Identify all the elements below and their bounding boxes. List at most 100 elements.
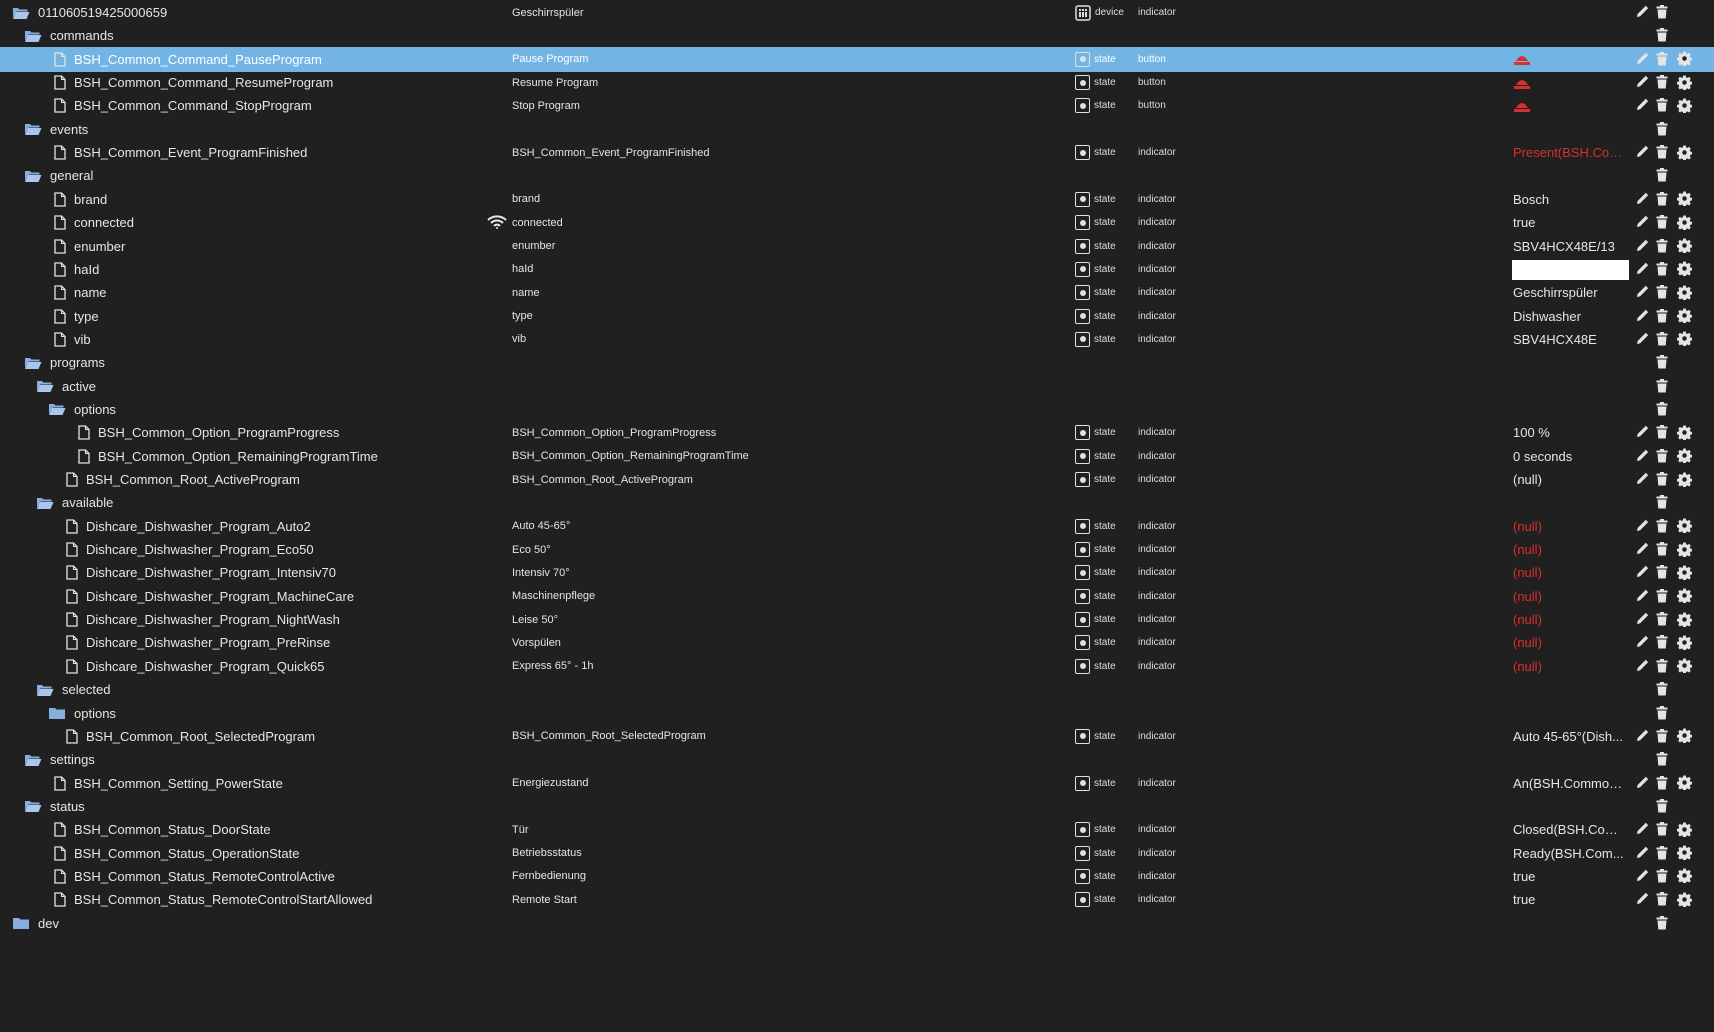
gear-icon[interactable] [1676,261,1692,277]
gear-icon[interactable] [1676,424,1692,440]
folder-row[interactable]: active [0,374,1714,399]
gear-icon[interactable] [1676,471,1692,487]
trash-icon[interactable] [1654,448,1670,464]
state-row[interactable]: Dishcare_Dishwasher_Program_NightWash Lei… [0,607,1714,632]
trash-icon[interactable] [1654,51,1670,67]
pencil-icon[interactable] [1634,308,1650,324]
gear-icon[interactable] [1676,611,1692,627]
gear-icon[interactable] [1676,74,1692,90]
folder-row[interactable]: selected [0,677,1714,702]
gear-icon[interactable] [1676,775,1692,791]
trash-icon[interactable] [1654,238,1670,254]
state-row[interactable]: BSH_Common_Command_ResumeProgram Resume P… [0,70,1714,95]
folder-open-icon[interactable] [24,122,42,136]
state-row[interactable]: BSH_Common_Root_ActiveProgram BSH_Common_… [0,467,1714,492]
trash-icon[interactable] [1654,634,1670,650]
folder-open-icon[interactable] [24,169,42,183]
trash-icon[interactable] [1654,378,1670,394]
trash-icon[interactable] [1654,261,1670,277]
pencil-icon[interactable] [1634,214,1650,230]
state-row[interactable]: BSH_Common_Event_ProgramFinished BSH_Comm… [0,140,1714,165]
gear-icon[interactable] [1676,728,1692,744]
gear-icon[interactable] [1676,588,1692,604]
state-row[interactable]: Dishcare_Dishwasher_Program_MachineCare M… [0,584,1714,609]
pencil-icon[interactable] [1634,191,1650,207]
trash-icon[interactable] [1654,354,1670,370]
trash-icon[interactable] [1654,845,1670,861]
folder-open-icon[interactable] [48,402,66,416]
state-row[interactable]: BSH_Common_Status_RemoteControlActive Fer… [0,864,1714,889]
pencil-icon[interactable] [1634,74,1650,90]
trash-icon[interactable] [1654,191,1670,207]
button-press-icon[interactable] [1513,76,1531,90]
gear-icon[interactable] [1676,97,1692,113]
trash-icon[interactable] [1654,494,1670,510]
state-row[interactable]: Dishcare_Dishwasher_Program_Quick65 Expre… [0,654,1714,679]
gear-icon[interactable] [1676,191,1692,207]
gear-icon[interactable] [1676,868,1692,884]
folder-open-icon[interactable] [24,799,42,813]
gear-icon[interactable] [1676,331,1692,347]
state-row[interactable]: BSH_Common_Status_RemoteControlStartAllo… [0,887,1714,912]
trash-icon[interactable] [1654,27,1670,43]
gear-icon[interactable] [1676,658,1692,674]
trash-icon[interactable] [1654,167,1670,183]
trash-icon[interactable] [1654,518,1670,534]
gear-icon[interactable] [1676,541,1692,557]
trash-icon[interactable] [1654,308,1670,324]
pencil-icon[interactable] [1634,868,1650,884]
trash-icon[interactable] [1654,658,1670,674]
trash-icon[interactable] [1654,821,1670,837]
folder-row[interactable]: commands [0,23,1714,48]
pencil-icon[interactable] [1634,541,1650,557]
folder-row[interactable]: status [0,794,1714,819]
pencil-icon[interactable] [1634,728,1650,744]
pencil-icon[interactable] [1634,634,1650,650]
pencil-icon[interactable] [1634,891,1650,907]
gear-icon[interactable] [1676,564,1692,580]
pencil-icon[interactable] [1634,284,1650,300]
folder-row[interactable]: settings [0,747,1714,772]
trash-icon[interactable] [1654,121,1670,137]
state-row[interactable]: BSH_Common_Setting_PowerState Energiezust… [0,771,1714,796]
gear-icon[interactable] [1676,144,1692,160]
state-row[interactable]: brand brand state indicator Bosch [0,187,1714,212]
folder-open-icon[interactable] [12,6,30,20]
pencil-icon[interactable] [1634,51,1650,67]
state-row[interactable]: BSH_Common_Command_PauseProgram Pause Pro… [0,46,1714,72]
folder-row[interactable]: dev [0,911,1714,936]
pencil-icon[interactable] [1634,845,1650,861]
pencil-icon[interactable] [1634,658,1650,674]
trash-icon[interactable] [1654,611,1670,627]
state-row[interactable]: type type state indicator Dishwasher [0,304,1714,329]
pencil-icon[interactable] [1634,331,1650,347]
button-press-icon[interactable] [1513,99,1531,113]
button-press-icon[interactable] [1513,52,1531,66]
trash-icon[interactable] [1654,891,1670,907]
trash-icon[interactable] [1654,751,1670,767]
state-row[interactable]: BSH_Common_Status_OperationState Betriebs… [0,841,1714,866]
gear-icon[interactable] [1676,214,1692,230]
state-row[interactable]: BSH_Common_Option_RemainingProgramTime BS… [0,444,1714,469]
folder-open-icon[interactable] [24,29,42,43]
trash-icon[interactable] [1654,705,1670,721]
folder-open-icon[interactable] [24,356,42,370]
state-row[interactable]: BSH_Common_Root_SelectedProgram BSH_Commo… [0,724,1714,749]
trash-icon[interactable] [1654,74,1670,90]
pencil-icon[interactable] [1634,611,1650,627]
state-row[interactable]: Dishcare_Dishwasher_Program_Eco50 Eco 50°… [0,537,1714,562]
pencil-icon[interactable] [1634,775,1650,791]
trash-icon[interactable] [1654,564,1670,580]
pencil-icon[interactable] [1634,588,1650,604]
trash-icon[interactable] [1654,331,1670,347]
pencil-icon[interactable] [1634,424,1650,440]
trash-icon[interactable] [1654,284,1670,300]
pencil-icon[interactable] [1634,4,1650,20]
gear-icon[interactable] [1676,821,1692,837]
gear-icon[interactable] [1676,308,1692,324]
trash-icon[interactable] [1654,915,1670,931]
state-row[interactable]: BSH_Common_Command_StopProgram Stop Progr… [0,93,1714,118]
state-row[interactable]: Dishcare_Dishwasher_Program_PreRinse Vors… [0,630,1714,655]
state-row[interactable]: connected connected state indicator true [0,210,1714,235]
trash-icon[interactable] [1654,798,1670,814]
